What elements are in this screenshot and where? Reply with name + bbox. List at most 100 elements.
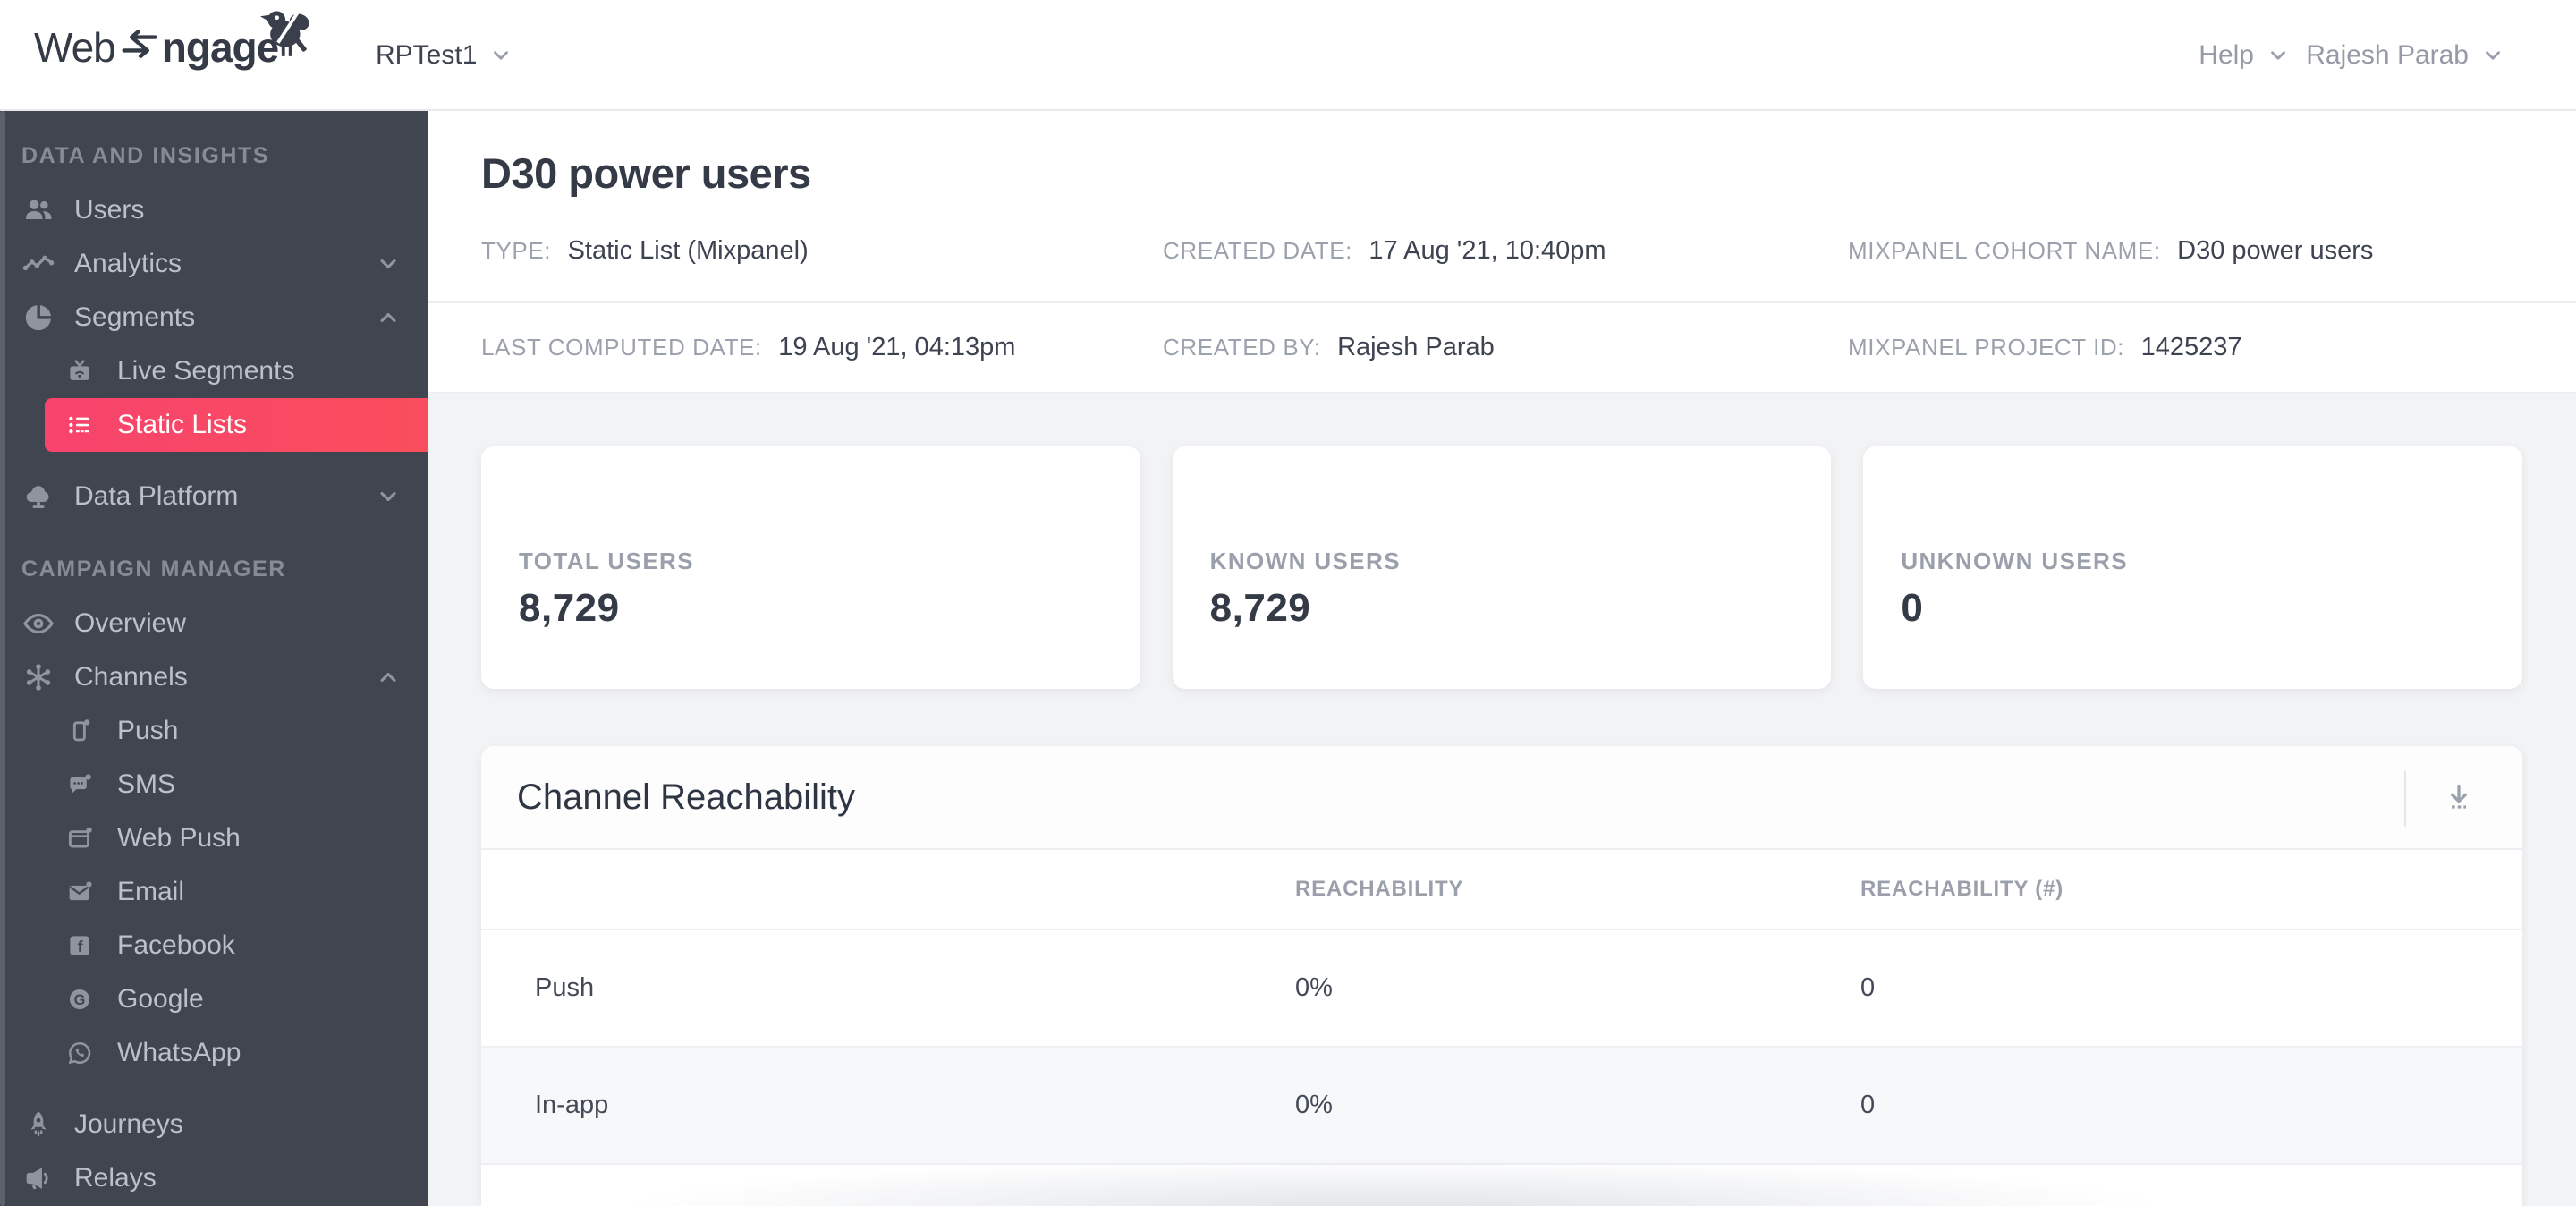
- meta-type: TYPE: Static List (Mixpanel): [481, 236, 1163, 266]
- whatsapp-icon: [64, 1038, 95, 1068]
- meta-cohort-label: MIXPANEL COHORT NAME:: [1848, 237, 2161, 264]
- sidebar-item-facebook[interactable]: f Facebook: [0, 919, 428, 972]
- sidebar-item-push[interactable]: Push: [0, 704, 428, 758]
- meta-created-by-label: CREATED BY:: [1163, 334, 1321, 361]
- project-switcher[interactable]: RPTest1: [376, 0, 513, 111]
- meta-created-by-value: Rajesh Parab: [1337, 333, 1495, 361]
- users-icon: [21, 193, 55, 227]
- page-header: D30 power users TYPE: Static List (Mixpa…: [428, 111, 2576, 393]
- sidebar-item-label: Push: [117, 716, 179, 745]
- stat-label: TOTAL USERS: [519, 548, 694, 574]
- sidebar-item-label: SMS: [117, 769, 176, 799]
- user-menu[interactable]: Rajesh Parab: [2306, 0, 2504, 111]
- chevron-down-icon: [2267, 44, 2290, 67]
- sidebar-item-label: Journeys: [74, 1109, 183, 1139]
- overview-icon: [21, 607, 55, 641]
- sidebar-item-journeys[interactable]: Journeys: [0, 1098, 428, 1151]
- page-title: D30 power users: [481, 149, 811, 197]
- sms-icon: [64, 769, 95, 800]
- push-icon: [64, 716, 95, 746]
- meta-cohort-value: D30 power users: [2177, 236, 2374, 265]
- email-icon: [64, 877, 95, 907]
- logo-text-web: Web: [34, 24, 116, 71]
- sidebar-item-overview[interactable]: Overview: [0, 597, 428, 650]
- journeys-icon: [21, 1108, 55, 1142]
- meta-created-by: CREATED BY: Rajesh Parab: [1163, 333, 1848, 362]
- chevron-down-icon: [2481, 44, 2504, 67]
- sidebar-item-label: Analytics: [74, 249, 182, 278]
- cell-reachability-count: 0: [1860, 1091, 1876, 1119]
- panel-header: Channel Reachability: [481, 746, 2522, 850]
- meta-row-1: TYPE: Static List (Mixpanel) CREATED DAT…: [428, 200, 2576, 302]
- static-lists-icon: [64, 410, 95, 440]
- sidebar-item-segments[interactable]: Segments: [0, 291, 428, 344]
- table-row-push: Push 0% 0: [481, 930, 2522, 1048]
- stat-value: 0: [1901, 586, 1924, 630]
- sidebar-item-channels[interactable]: Channels: [0, 650, 428, 704]
- cell-channel: Push: [535, 973, 595, 1002]
- facebook-icon: f: [64, 930, 95, 961]
- sidebar-item-sms[interactable]: SMS: [0, 758, 428, 811]
- chevron-down-icon: [376, 251, 401, 276]
- sidebar-item-email[interactable]: Email: [0, 865, 428, 919]
- user-name: Rajesh Parab: [2306, 40, 2469, 70]
- meta-type-value: Static List (Mixpanel): [567, 236, 809, 265]
- header-divider: [2404, 771, 2406, 827]
- segments-icon: [21, 301, 55, 335]
- cell-channel: In-app: [535, 1091, 609, 1119]
- meta-created-date-label: CREATED DATE:: [1163, 237, 1352, 264]
- sidebar-item-whatsapp[interactable]: WhatsApp: [0, 1026, 428, 1080]
- help-menu[interactable]: Help: [2199, 0, 2290, 111]
- sidebar-item-live-segments[interactable]: Live Segments: [0, 344, 428, 398]
- sidebar-item-web-push[interactable]: Web Push: [0, 811, 428, 865]
- top-navbar: Web ngage RPTest1 Help Rajesh Parab: [0, 0, 2576, 111]
- sidebar-nav: DATA AND INSIGHTS Users Analytics Segmen…: [0, 111, 428, 1206]
- meta-cohort-name: MIXPANEL COHORT NAME: D30 power users: [1848, 236, 2576, 266]
- chevron-up-icon: [376, 305, 401, 330]
- google-icon: G: [64, 984, 95, 1015]
- webengage-logo[interactable]: Web ngage: [34, 9, 309, 72]
- sidebar-item-static-lists[interactable]: Static Lists: [45, 398, 428, 452]
- download-button[interactable]: [2431, 771, 2487, 827]
- sidebar-item-analytics[interactable]: Analytics: [0, 237, 428, 291]
- sidebar-item-google[interactable]: G Google: [0, 972, 428, 1026]
- stat-card-unknown-users: UNKNOWN USERS 0: [1863, 446, 2522, 689]
- stat-cards: TOTAL USERS 8,729 KNOWN USERS 8,729 UNKN…: [481, 446, 2522, 689]
- sidebar-item-label: WhatsApp: [117, 1038, 242, 1067]
- meta-last-computed: LAST COMPUTED DATE: 19 Aug '21, 04:13pm: [481, 333, 1163, 362]
- project-name: RPTest1: [376, 40, 478, 70]
- sidebar-item-relays[interactable]: Relays: [0, 1151, 428, 1205]
- sidebar-item-label: Overview: [74, 608, 187, 638]
- chevron-down-icon: [376, 484, 401, 509]
- channel-reachability-panel: Channel Reachability REACHABILITY REACHA…: [481, 746, 2522, 1206]
- help-label: Help: [2199, 40, 2254, 70]
- bird-icon: [257, 2, 319, 65]
- relays-icon: [21, 1161, 55, 1195]
- meta-created-date-value: 17 Aug '21, 10:40pm: [1368, 236, 1606, 265]
- web-push-icon: [64, 823, 95, 854]
- sidebar-item-data-platform[interactable]: Data Platform: [0, 470, 428, 523]
- meta-last-computed-value: 19 Aug '21, 04:13pm: [778, 333, 1016, 361]
- sidebar-item-label: Email: [117, 877, 185, 906]
- live-segments-icon: [64, 356, 95, 386]
- stat-label: KNOWN USERS: [1209, 548, 1401, 574]
- sidebar-item-users[interactable]: Users: [0, 183, 428, 237]
- below-fold-shadow: [589, 1156, 2199, 1206]
- svg-text:f: f: [78, 938, 83, 955]
- cell-reachability-count: 0: [1860, 973, 1876, 1002]
- sidebar-section-header: CAMPAIGN MANAGER: [21, 556, 286, 582]
- meta-project-id-value: 1425237: [2140, 333, 2242, 361]
- sidebar-item-label: Static Lists: [117, 410, 248, 439]
- stat-value: 8,729: [519, 586, 620, 630]
- download-icon: [2441, 779, 2477, 820]
- sidebar-item-label: Facebook: [117, 930, 235, 960]
- webengage-app: Web ngage RPTest1 Help Rajesh Parab DATA…: [0, 0, 2576, 1206]
- analytics-icon: [21, 247, 55, 281]
- channels-icon: [21, 660, 55, 694]
- column-header-reachability: REACHABILITY: [1295, 877, 1464, 901]
- sidebar-item-label: Segments: [74, 302, 196, 332]
- column-header-reachability-count: REACHABILITY (#): [1860, 877, 2064, 901]
- stat-card-known-users: KNOWN USERS 8,729: [1172, 446, 1832, 689]
- logo-arrows-icon: [121, 26, 158, 66]
- main-content: D30 power users TYPE: Static List (Mixpa…: [428, 111, 2576, 1206]
